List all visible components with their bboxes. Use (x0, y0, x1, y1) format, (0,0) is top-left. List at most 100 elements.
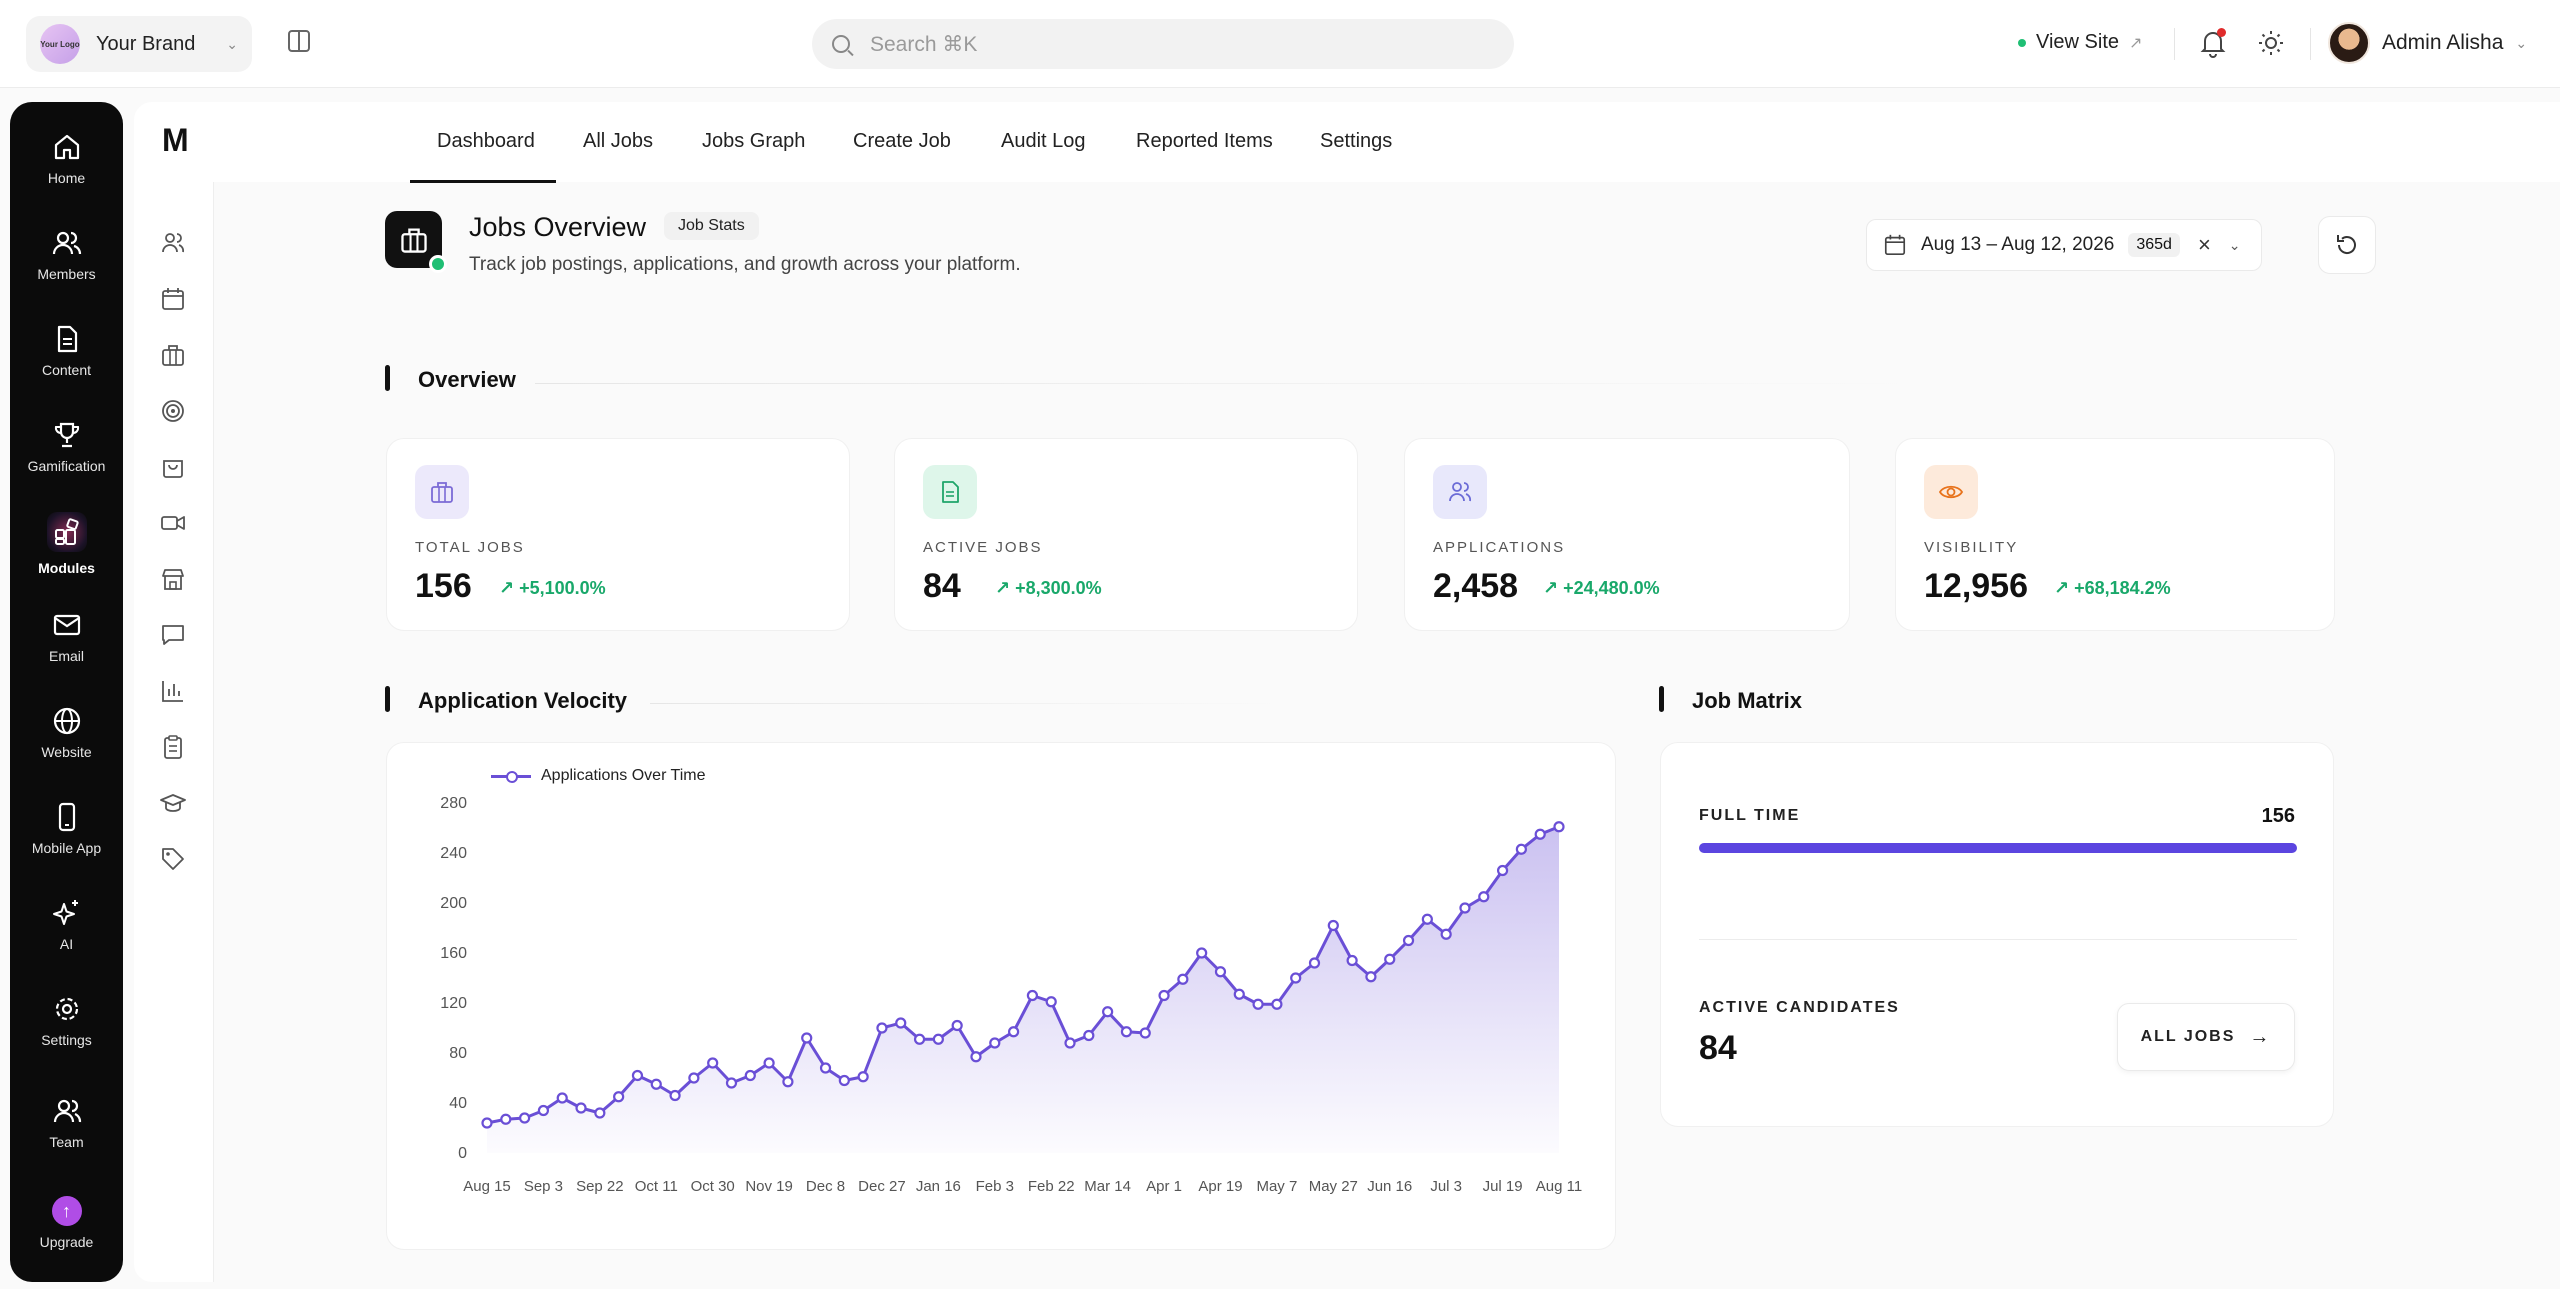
data-point[interactable] (1553, 821, 1565, 833)
data-point[interactable] (838, 1074, 850, 1087)
sidebar-item-modules[interactable]: Modules (10, 512, 123, 576)
data-point[interactable] (1064, 1037, 1076, 1049)
data-point[interactable] (1102, 1006, 1114, 1018)
data-point[interactable] (1139, 1027, 1151, 1039)
store-icon[interactable] (160, 566, 186, 592)
clipboard-icon[interactable] (160, 734, 186, 760)
data-point[interactable] (763, 1057, 775, 1069)
data-point[interactable] (1402, 934, 1415, 947)
data-point[interactable] (1177, 973, 1189, 985)
sidebar-item-upgrade[interactable]: ↑ Upgrade (10, 1196, 123, 1250)
data-point[interactable] (1252, 998, 1264, 1010)
data-point[interactable] (1515, 843, 1527, 855)
data-point[interactable] (1233, 988, 1245, 1000)
view-site-link[interactable]: View Site ↗ (2018, 31, 2142, 54)
search-input[interactable]: Search ⌘K (812, 19, 1514, 69)
data-point[interactable] (556, 1092, 568, 1104)
data-point[interactable] (1196, 947, 1208, 959)
data-point[interactable] (1440, 928, 1452, 940)
data-point[interactable] (500, 1113, 512, 1125)
data-point[interactable] (1120, 1026, 1133, 1038)
brand-switcher[interactable]: Your Logo Your Brand ⌄ (26, 16, 252, 72)
data-point[interactable] (932, 1033, 944, 1045)
data-point[interactable] (913, 1033, 926, 1045)
data-point[interactable] (801, 1032, 813, 1044)
data-point[interactable] (1384, 953, 1396, 965)
data-point[interactable] (631, 1069, 644, 1082)
data-point[interactable] (1478, 891, 1490, 903)
tab-settings[interactable]: Settings (1320, 130, 1392, 153)
tab-audit-log[interactable]: Audit Log (1001, 130, 1086, 153)
data-point[interactable] (1346, 954, 1358, 967)
data-point[interactable] (1290, 972, 1302, 984)
data-point[interactable] (669, 1089, 681, 1102)
data-point[interactable] (1214, 966, 1227, 978)
data-point[interactable] (725, 1077, 738, 1089)
date-range-picker[interactable]: Aug 13 – Aug 12, 2026 365d × ⌄ (1866, 219, 2262, 271)
data-point[interactable] (519, 1112, 531, 1124)
data-point[interactable] (895, 1017, 907, 1029)
data-point[interactable] (876, 1022, 888, 1034)
data-point[interactable] (1158, 989, 1170, 1002)
data-point[interactable] (1496, 864, 1509, 877)
data-point[interactable] (1327, 919, 1339, 932)
data-point[interactable] (1421, 913, 1433, 925)
data-point[interactable] (1534, 828, 1546, 840)
users-icon[interactable] (160, 230, 186, 256)
data-point[interactable] (1007, 1026, 1020, 1038)
sidebar-item-website[interactable]: Website (10, 706, 123, 760)
data-point[interactable] (1308, 957, 1321, 969)
clear-date-icon[interactable]: × (2198, 232, 2211, 258)
sidebar-item-content[interactable]: Content (10, 324, 123, 378)
data-point[interactable] (707, 1057, 719, 1069)
data-point[interactable] (613, 1091, 625, 1103)
user-menu[interactable]: Admin Alisha ⌄ (2328, 22, 2527, 64)
data-point[interactable] (575, 1102, 587, 1114)
data-point[interactable] (1026, 989, 1039, 1002)
sidebar-item-members[interactable]: Members (10, 228, 123, 282)
sidebar-item-mobile-app[interactable]: Mobile App (10, 802, 123, 856)
sidebar-item-gamification[interactable]: Gamification (10, 420, 123, 474)
tab-jobs-graph[interactable]: Jobs Graph (702, 130, 805, 153)
sidebar-item-home[interactable]: Home (10, 132, 123, 186)
data-point[interactable] (481, 1117, 493, 1129)
data-point[interactable] (744, 1069, 756, 1082)
tag-icon[interactable] (160, 846, 186, 872)
shopping-bag-icon[interactable] (160, 454, 186, 480)
data-point[interactable] (951, 1019, 963, 1032)
all-jobs-button[interactable]: ALL JOBS → (2117, 1003, 2295, 1071)
sidebar-item-settings[interactable]: Settings (10, 994, 123, 1048)
sidebar-item-email[interactable]: Email (10, 610, 123, 664)
tab-dashboard[interactable]: Dashboard (437, 130, 535, 153)
data-point[interactable] (1459, 902, 1471, 914)
data-point[interactable] (688, 1072, 700, 1084)
notifications-button[interactable] (2200, 28, 2226, 58)
data-point[interactable] (1045, 996, 1057, 1008)
data-point[interactable] (537, 1104, 550, 1117)
sidebar-toggle-icon[interactable] (288, 30, 310, 52)
data-point[interactable] (594, 1107, 606, 1119)
sidebar-item-ai[interactable]: AI (10, 898, 123, 952)
chevron-down-icon[interactable]: ⌄ (2229, 237, 2241, 254)
refresh-button[interactable] (2318, 216, 2376, 274)
target-icon[interactable] (160, 398, 186, 424)
data-point[interactable] (1083, 1029, 1095, 1042)
chat-icon[interactable] (160, 622, 186, 648)
briefcase-icon[interactable] (160, 342, 186, 368)
data-point[interactable] (857, 1071, 869, 1083)
sidebar-item-team[interactable]: Team (10, 1096, 123, 1150)
tab-all-jobs[interactable]: All Jobs (583, 130, 653, 153)
tab-create-job[interactable]: Create Job (853, 130, 951, 153)
data-point[interactable] (1271, 998, 1283, 1010)
tab-reported-items[interactable]: Reported Items (1136, 130, 1273, 153)
data-point[interactable] (970, 1051, 982, 1063)
data-point[interactable] (1365, 971, 1377, 983)
graduation-cap-icon[interactable] (160, 790, 186, 816)
data-point[interactable] (650, 1078, 662, 1090)
data-point[interactable] (819, 1062, 832, 1074)
video-icon[interactable] (160, 510, 186, 536)
data-point[interactable] (989, 1037, 1001, 1049)
bar-chart-icon[interactable] (160, 678, 186, 704)
theme-toggle-button[interactable] (2258, 30, 2284, 56)
calendar-icon[interactable] (160, 286, 186, 312)
